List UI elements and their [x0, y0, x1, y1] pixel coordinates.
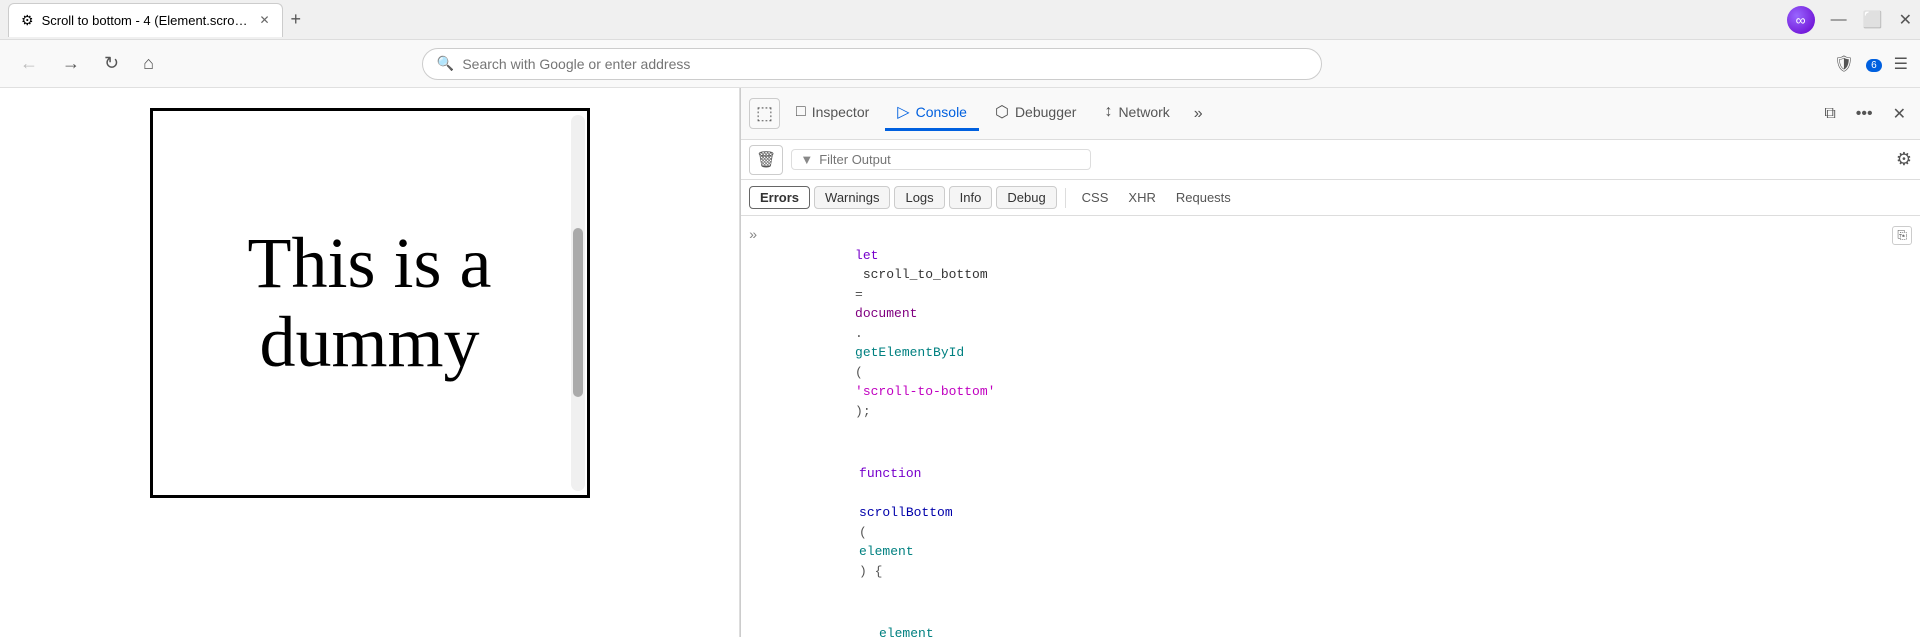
menu-button[interactable]: ☰: [1894, 54, 1908, 74]
code-line-3: element . scroll ({ top : element . scro…: [801, 605, 973, 637]
filter-input[interactable]: [819, 152, 995, 167]
filter-requests-button[interactable]: Requests: [1168, 187, 1239, 208]
scrollbar-thumb[interactable]: [573, 228, 583, 397]
console-prompt: »: [749, 226, 769, 247]
console-icon: ▷: [897, 102, 909, 122]
pick-element-button[interactable]: ⬚: [749, 98, 780, 129]
content-box: This is a dummy: [150, 108, 590, 498]
firefox-account-icon[interactable]: ∞: [1787, 6, 1815, 34]
code-line-1: let scroll_to_bottom = document . getEle…: [777, 226, 995, 441]
tab-inspector[interactable]: □ Inspector: [784, 97, 881, 130]
code-function-start: function scrollBottom ( element ) {: [741, 443, 1920, 603]
inspector-label: Inspector: [812, 104, 870, 120]
tab-network[interactable]: ↕ Network: [1092, 97, 1181, 130]
console-output[interactable]: » let scroll_to_bottom = document . getE…: [741, 216, 1920, 637]
console-toolbar: 🗑 ▼ ⚙: [741, 140, 1920, 180]
network-label: Network: [1118, 104, 1169, 120]
filter-errors-button[interactable]: Errors: [749, 186, 810, 209]
scroll-to-bottom-button[interactable]: ⎘: [1892, 226, 1912, 245]
more-tabs-button[interactable]: »: [1186, 101, 1211, 127]
filter-logs-button[interactable]: Logs: [894, 186, 944, 209]
scrollbar-track: [571, 115, 585, 491]
devtools-toolbar: ⬚ □ Inspector ▷ Console ⬡ Debugger ↕ Net…: [741, 88, 1920, 140]
address-bar[interactable]: 🔍: [422, 48, 1322, 80]
browser-tab[interactable]: ⚙ Scroll to bottom - 4 (Element.scro… ✕: [8, 3, 283, 37]
window-controls: ∞ — ⬜ ✕: [1787, 6, 1912, 34]
refresh-button[interactable]: ↻: [96, 49, 127, 78]
filter-warnings-button[interactable]: Warnings: [814, 186, 890, 209]
devtools-right-controls: ⧉ ••• ✕: [1818, 100, 1912, 128]
inspector-icon: □: [796, 103, 806, 121]
network-icon: ↕: [1104, 103, 1112, 121]
devtools-options-button[interactable]: •••: [1850, 101, 1879, 127]
filter-icon: ▼: [800, 152, 813, 167]
tab-title: Scroll to bottom - 4 (Element.scro…: [42, 13, 248, 28]
console-command-line: » let scroll_to_bottom = document . getE…: [741, 224, 1920, 443]
console-settings-button[interactable]: ⚙: [1896, 149, 1912, 170]
tab-console[interactable]: ▷ Console: [885, 96, 979, 131]
nav-bar: ← → ↻ ⌂ 🔍 🛡 6 ☰: [0, 40, 1920, 88]
clear-console-button[interactable]: 🗑: [749, 145, 783, 175]
shield-button[interactable]: 🛡: [1834, 54, 1854, 74]
main-area: This is a dummy ⬚ □ Inspector ▷ Console: [0, 88, 1920, 637]
filter-separator: [1065, 188, 1066, 208]
devtools-panel: ⬚ □ Inspector ▷ Console ⬡ Debugger ↕ Net…: [740, 88, 1920, 637]
maximize-button[interactable]: ⬜: [1863, 10, 1883, 30]
extensions-button[interactable]: 6: [1866, 55, 1882, 73]
nav-right: 🛡 6 ☰: [1834, 54, 1908, 74]
debugger-label: Debugger: [1015, 104, 1077, 120]
content-text: This is a dummy: [248, 224, 492, 382]
filter-info-button[interactable]: Info: [949, 186, 993, 209]
filter-css-button[interactable]: CSS: [1074, 187, 1117, 208]
badge: 6: [1866, 59, 1882, 72]
forward-button[interactable]: →: [54, 49, 88, 78]
filter-xhr-button[interactable]: XHR: [1120, 187, 1163, 208]
title-bar: ⚙ Scroll to bottom - 4 (Element.scro… ✕ …: [0, 0, 1920, 40]
filter-input-container[interactable]: ▼: [791, 149, 1091, 170]
console-label: Console: [916, 104, 967, 120]
tab-debugger[interactable]: ⬡ Debugger: [983, 96, 1088, 131]
close-button[interactable]: ✕: [1899, 10, 1912, 30]
debugger-icon: ⬡: [995, 102, 1009, 122]
address-input[interactable]: [462, 56, 1307, 72]
code-function-body: element . scroll ({ top : element . scro…: [741, 603, 1920, 637]
search-icon: 🔍: [437, 55, 454, 72]
filter-debug-button[interactable]: Debug: [996, 186, 1056, 209]
back-button[interactable]: ←: [12, 49, 46, 78]
devtools-close-button[interactable]: ✕: [1887, 100, 1912, 128]
tab-favicon: ⚙: [21, 12, 34, 29]
home-button[interactable]: ⌂: [135, 49, 162, 78]
minimize-button[interactable]: —: [1831, 11, 1847, 29]
browser-content: This is a dummy: [0, 88, 740, 637]
tab-close-button[interactable]: ✕: [259, 13, 269, 27]
new-tab-button[interactable]: +: [283, 5, 310, 34]
code-line-2: function scrollBottom ( element ) {: [781, 445, 953, 601]
filter-buttons: Errors Warnings Logs Info Debug CSS XHR …: [741, 180, 1920, 216]
dock-button[interactable]: ⧉: [1818, 101, 1841, 127]
